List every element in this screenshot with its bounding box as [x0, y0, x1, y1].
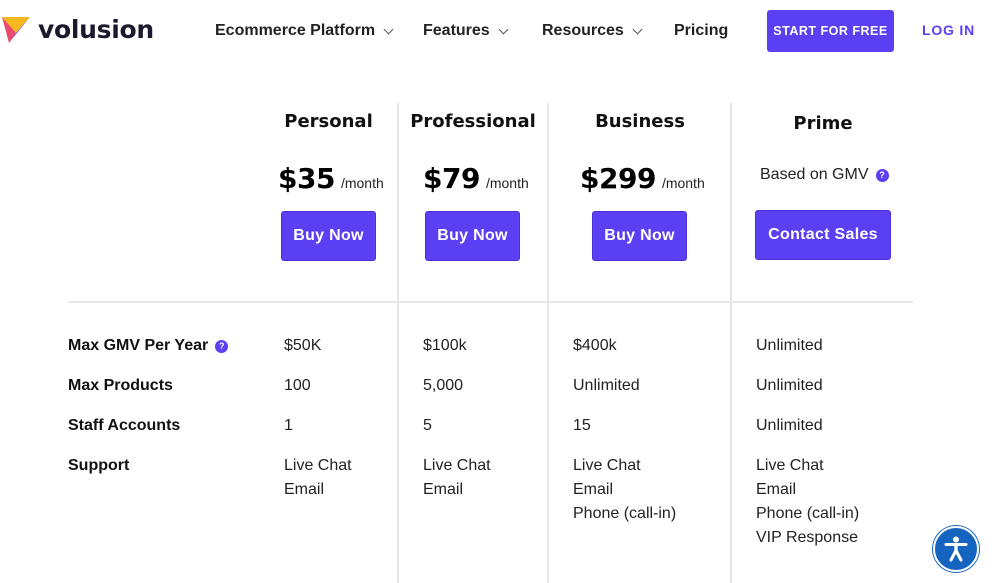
- value-line: $50K: [284, 337, 322, 354]
- brand-name: volusion: [38, 15, 154, 44]
- plan-price-personal: $35 /month: [278, 162, 384, 195]
- feature-label-staff-accounts: Staff Accounts: [68, 417, 180, 435]
- feature-value: Unlimited: [756, 374, 823, 398]
- feature-label-text: Max Products: [68, 377, 173, 394]
- plan-name-professional: Professional: [410, 111, 536, 132]
- value-line: Unlimited: [756, 417, 823, 434]
- feature-value: Unlimited: [756, 334, 823, 358]
- feature-label-text: Max GMV Per Year: [68, 337, 209, 354]
- price-period: /month: [661, 175, 705, 191]
- feature-value: $100k: [423, 334, 467, 358]
- question-circle-icon[interactable]: ?: [875, 168, 889, 182]
- login-link[interactable]: LOG IN: [922, 22, 975, 38]
- value-line: Live Chat: [573, 457, 641, 474]
- value-line: Live Chat: [756, 457, 824, 474]
- price-amount: $299: [580, 162, 656, 195]
- feature-label-support: Support: [68, 457, 129, 475]
- feature-value: $400k: [573, 334, 617, 358]
- feature-label-text: Support: [68, 457, 130, 474]
- nav-label: Features: [423, 22, 490, 39]
- site-header: volusion Ecommerce Platform Features Res…: [0, 0, 994, 62]
- value-line: Unlimited: [756, 337, 823, 354]
- feature-label-text: Staff Accounts: [68, 417, 181, 434]
- chevron-down-icon: [632, 24, 643, 34]
- feature-value: $50K: [284, 334, 321, 358]
- chevron-down-icon: [498, 24, 509, 34]
- plan-name-prime: Prime: [793, 113, 853, 134]
- value-line: Email: [573, 481, 614, 498]
- plan-price-professional: $79 /month: [423, 162, 529, 195]
- contact-sales-button[interactable]: Contact Sales: [755, 210, 891, 260]
- nav-features[interactable]: Features: [423, 20, 509, 42]
- feature-value: 5,000: [423, 374, 463, 398]
- value-line: 15: [573, 417, 591, 434]
- price-amount: $35: [278, 162, 335, 195]
- value-line: Live Chat: [423, 457, 491, 474]
- chevron-down-icon: [383, 24, 394, 34]
- price-note-text: Based on GMV: [760, 166, 869, 183]
- feature-value: 15: [573, 414, 591, 438]
- prime-price-note: Based on GMV ?: [760, 166, 889, 184]
- value-line: Phone (call-in): [756, 505, 860, 522]
- feature-value: 5: [423, 414, 432, 438]
- value-line: Unlimited: [573, 377, 640, 394]
- feature-value: Unlimited: [756, 414, 823, 438]
- price-period: /month: [340, 175, 384, 191]
- nav-resources[interactable]: Resources: [542, 20, 643, 42]
- accessibility-icon: [944, 536, 968, 562]
- buy-now-button-professional[interactable]: Buy Now: [425, 211, 520, 261]
- value-line: 100: [284, 377, 311, 394]
- nav-label: Pricing: [674, 22, 729, 39]
- value-line: $100k: [423, 337, 467, 354]
- accessibility-button[interactable]: [933, 526, 979, 572]
- value-line: Unlimited: [756, 377, 823, 394]
- question-circle-icon[interactable]: ?: [215, 339, 229, 353]
- column-divider: [397, 103, 399, 583]
- column-divider: [547, 103, 549, 583]
- nav-label: Resources: [542, 22, 624, 39]
- feature-value: Unlimited: [573, 374, 640, 398]
- nav-ecommerce-platform[interactable]: Ecommerce Platform: [215, 20, 394, 42]
- value-line: 5,000: [423, 377, 464, 394]
- value-line: Email: [423, 481, 464, 498]
- buy-now-button-business[interactable]: Buy Now: [592, 211, 687, 261]
- nav-pricing[interactable]: Pricing: [674, 20, 728, 42]
- start-for-free-button[interactable]: START FOR FREE: [767, 10, 894, 52]
- feature-value: 100: [284, 374, 311, 398]
- header-divider: [68, 301, 913, 303]
- price-period: /month: [485, 175, 529, 191]
- value-line: Phone (call-in): [573, 505, 677, 522]
- volusion-logo-icon: [2, 17, 30, 43]
- feature-value: Live Chat Email Phone (call-in) VIP Resp…: [756, 454, 859, 550]
- feature-value: Live Chat Email: [284, 454, 352, 502]
- feature-label-max-products: Max Products: [68, 377, 173, 395]
- price-amount: $79: [423, 162, 480, 195]
- value-line: VIP Response: [756, 529, 858, 546]
- value-line: 5: [423, 417, 432, 434]
- value-line: 1: [284, 417, 293, 434]
- value-line: Email: [756, 481, 797, 498]
- column-divider: [730, 103, 732, 583]
- plan-price-business: $299 /month: [580, 162, 705, 195]
- feature-value: Live Chat Email Phone (call-in): [573, 454, 676, 526]
- value-line: Live Chat: [284, 457, 352, 474]
- value-line: Email: [284, 481, 325, 498]
- feature-value: 1: [284, 414, 293, 438]
- plan-name-personal: Personal: [284, 111, 373, 132]
- feature-value: Live Chat Email: [423, 454, 491, 502]
- brand-logo[interactable]: volusion: [2, 14, 154, 46]
- feature-label-max-gmv: Max GMV Per Year ?: [68, 337, 229, 355]
- nav-label: Ecommerce Platform: [215, 22, 376, 39]
- value-line: $400k: [573, 337, 617, 354]
- plan-name-business: Business: [595, 111, 685, 132]
- buy-now-button-personal[interactable]: Buy Now: [281, 211, 376, 261]
